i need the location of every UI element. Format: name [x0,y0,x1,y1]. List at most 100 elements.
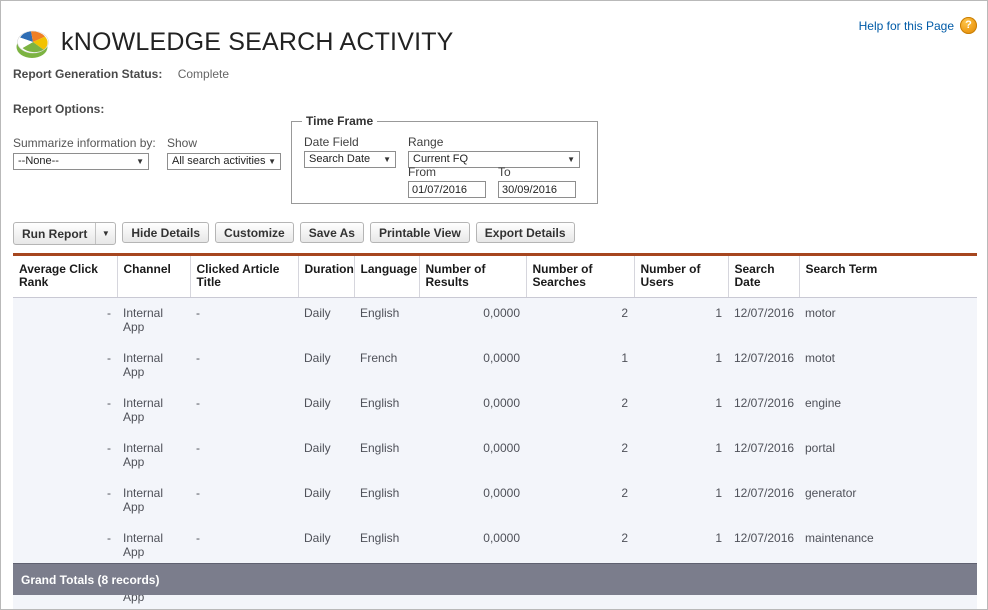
to-date-input[interactable] [498,181,576,198]
table-row: - Internal App - Daily English 0,0000 2 1 12/07/… [13,297,977,343]
report-table: Average Click Rank Channel Clicked Artic… [13,256,977,609]
summarize-value: --None-- [18,155,59,167]
time-frame-panel: Time Frame Date Field Search Date ▼ Rang… [291,114,598,204]
table-cell: Internal App [117,433,190,478]
column-header-channel[interactable]: Channel [117,256,191,298]
table-cell: 2 [526,433,634,478]
column-header-search-term[interactable]: Search Term [799,256,977,298]
grand-totals-label: Grand Totals (8 records) [21,572,160,587]
grand-totals-bar: Grand Totals (8 records) [13,563,977,595]
date-field-label: Date Field [304,135,359,149]
table-row: - Internal App - Daily English 0,0000 2 1 12/07/… [13,523,977,568]
table-cell: - [13,343,117,388]
column-header-average-click-rank[interactable]: Average Click Rank [13,256,118,298]
table-cell: English [354,478,419,523]
column-header-language[interactable]: Language [354,256,420,298]
table-cell: 12/07/2016 [728,478,799,523]
customize-button[interactable]: Customize [215,222,294,243]
summarize-label: Summarize information by: [13,136,156,150]
table-cell: 0,0000 [419,433,526,478]
column-header-number-of-searches[interactable]: Number of Searches [526,256,635,298]
table-cell: - [13,297,117,343]
table-cell: 0,0000 [419,523,526,568]
table-cell: Daily [298,388,354,433]
table-cell: 0,0000 [419,478,526,523]
table-cell: - [13,478,117,523]
table-cell: Internal App [117,388,190,433]
run-report-dropdown-arrow[interactable]: ▼ [95,223,115,244]
table-cell: maintenance [799,523,977,568]
table-cell: 1 [634,478,728,523]
help-icon[interactable]: ? [960,17,977,34]
table-cell: motor [799,297,977,343]
report-generation-status: Report Generation Status: Complete [13,67,229,81]
table-cell: 1 [526,343,634,388]
table-header-row: Average Click Rank Channel Clicked Artic… [13,256,977,298]
table-cell: Daily [298,523,354,568]
page-header: kNOWLEDGE SEARCH ACTIVITY [13,11,454,74]
table-cell: English [354,433,419,478]
table-cell: - [13,523,117,568]
chevron-down-icon: ▼ [268,156,276,166]
page-title: kNOWLEDGE SEARCH ACTIVITY [61,27,454,56]
column-header-number-of-results[interactable]: Number of Results [419,256,527,298]
report-page: Help for this Page ? kNOWLEDGE SEARCH AC… [0,0,988,610]
table-cell: 12/07/2016 [728,523,799,568]
table-cell: 1 [634,433,728,478]
help-for-this-page-link[interactable]: Help for this Page ? [859,17,977,34]
column-header-number-of-users[interactable]: Number of Users [634,256,729,298]
table-cell: Internal App [117,297,190,343]
date-field-select[interactable]: Search Date ▼ [304,151,396,168]
range-label: Range [408,135,444,149]
summarize-select[interactable]: --None-- ▼ [13,153,149,170]
summarize-information-by-group: Summarize information by: --None-- ▼ [13,136,156,170]
save-as-button[interactable]: Save As [299,222,364,243]
table-cell: 0,0000 [419,297,526,343]
table-cell: Internal App [117,478,190,523]
report-table-container: Average Click Rank Channel Clicked Artic… [13,253,977,609]
range-group: Range Current FQ ▼ [408,135,580,168]
table-cell: 2 [526,297,634,343]
from-date-input[interactable] [408,181,486,198]
from-label: From [408,165,436,179]
table-cell: 1 [634,343,728,388]
report-toolbar: Run Report ▼ Hide Details Customize Save… [13,222,575,245]
show-label: Show [167,136,198,150]
time-frame-legend: Time Frame [302,114,378,128]
to-date-group: To [498,165,576,198]
show-group: Show All search activities ▼ [167,136,281,170]
table-cell: 0,0000 [419,343,526,388]
column-header-clicked-article-title[interactable]: Clicked Article Title [190,256,299,298]
chevron-down-icon: ▼ [383,154,391,164]
table-cell: English [354,388,419,433]
column-header-duration[interactable]: Duration [298,256,355,298]
show-select[interactable]: All search activities ▼ [167,153,281,170]
table-cell: - [190,388,298,433]
table-cell: 1 [634,523,728,568]
run-report-label: Run Report [22,226,88,241]
hide-details-button[interactable]: Hide Details [122,222,210,243]
table-row: - Internal App - Daily French 0,0000 1 1 12/07/2… [13,343,977,388]
table-cell: Daily [298,478,354,523]
table-cell: engine [799,388,977,433]
table-cell: motot [799,343,977,388]
table-cell: portal [799,433,977,478]
table-cell: 12/07/2016 [728,433,799,478]
column-header-search-date[interactable]: Search Date [728,256,800,298]
table-cell: English [354,297,419,343]
run-report-button[interactable]: Run Report ▼ [13,222,117,245]
printable-view-button[interactable]: Printable View [369,222,470,243]
table-cell: 2 [526,523,634,568]
table-cell: generator [799,478,977,523]
show-value: All search activities [172,155,266,167]
export-details-button[interactable]: Export Details [475,222,575,243]
help-link-label: Help for this Page [858,18,954,33]
table-cell: 12/07/2016 [728,388,799,433]
table-cell: - [190,523,298,568]
table-cell: - [190,343,298,388]
table-cell: 1 [634,297,728,343]
table-cell: 12/07/2016 [728,297,799,343]
chevron-down-icon: ▼ [136,156,144,166]
table-cell: 2 [526,388,634,433]
table-cell: Daily [298,297,354,343]
